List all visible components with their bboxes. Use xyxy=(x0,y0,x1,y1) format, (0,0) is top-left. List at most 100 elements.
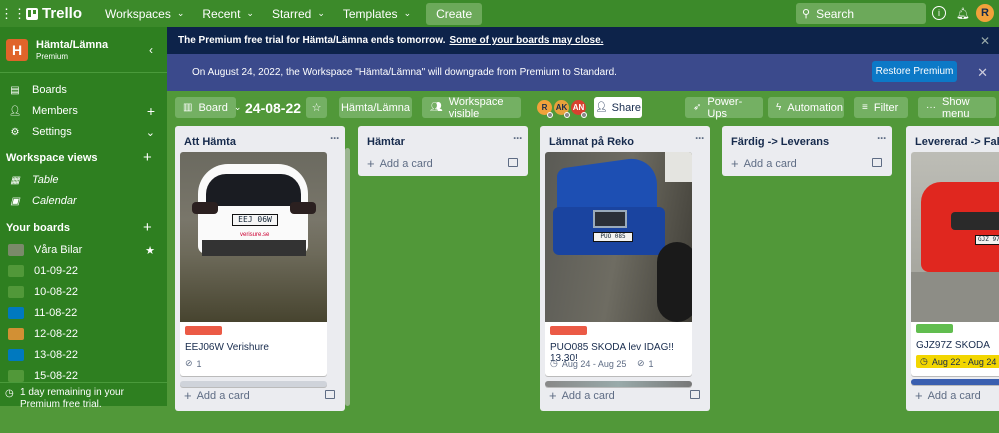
templates-menu[interactable]: Templates ⌄ xyxy=(334,3,420,25)
info-icon[interactable]: i xyxy=(932,6,946,20)
list-scrollbar[interactable] xyxy=(345,148,350,406)
add-card-button[interactable]: + Add a card xyxy=(549,388,615,403)
plus-icon: + xyxy=(184,388,192,403)
trello-logo[interactable]: Trello xyxy=(26,5,82,22)
card[interactable] xyxy=(180,381,327,387)
boards-close-link[interactable]: Some of your boards may close. xyxy=(449,35,603,46)
list-menu-icon[interactable]: ··· xyxy=(330,131,340,145)
board-title[interactable]: 24-08-22 xyxy=(245,100,301,116)
paperclip-icon: ⊘ xyxy=(637,358,645,368)
starred-menu[interactable]: Starred ⌄ xyxy=(263,3,334,25)
card-cover-image: GJZ 97Z xyxy=(911,152,999,322)
card-template-icon[interactable] xyxy=(872,158,882,167)
user-avatar[interactable]: R xyxy=(976,4,994,22)
list-menu-icon[interactable]: ··· xyxy=(513,131,523,145)
workspace-button[interactable]: Hämta/Lämna xyxy=(339,97,412,118)
watermark-text: verisure.se xyxy=(240,232,270,238)
filter-icon: ≡ xyxy=(862,102,868,113)
sidebar-view-table[interactable]: ▦ Table xyxy=(0,170,167,190)
search-input[interactable]: ⚲ Search xyxy=(796,3,926,24)
card-cover-image: PUO 085 xyxy=(545,152,692,322)
visibility-button[interactable]: 👥︎ Workspace visible xyxy=(422,96,521,120)
add-view-icon[interactable]: + xyxy=(143,149,152,166)
close-icon[interactable]: ✕ xyxy=(977,65,988,81)
list-title[interactable]: Lämnat på Reko xyxy=(549,136,634,148)
recent-menu[interactable]: Recent ⌄ xyxy=(193,3,263,25)
due-date-badge[interactable]: ◷ Aug 22 - Aug 24 xyxy=(916,355,999,368)
card-title: GJZ97Z SKODA xyxy=(916,340,990,351)
board-color-swatch xyxy=(8,286,24,298)
restore-premium-button[interactable]: Restore Premium xyxy=(872,61,957,82)
sidebar-item-settings[interactable]: ⚙ Settings ⌄ xyxy=(0,122,167,142)
card-template-icon[interactable] xyxy=(508,158,518,167)
card-label[interactable] xyxy=(185,326,222,335)
add-person-icon: 👤︎ xyxy=(594,102,608,113)
board-view-switcher[interactable]: ▥ Board ⌄ xyxy=(175,97,241,118)
table-icon: ▦ xyxy=(10,174,20,186)
card-template-icon[interactable] xyxy=(325,390,335,399)
add-card-button[interactable]: + Add a card xyxy=(367,156,433,171)
workspaces-menu[interactable]: Workspaces ⌄ xyxy=(96,3,193,25)
card[interactable]: GJZ 97Z GJZ97Z SKODA ◷Aug 22 - Aug 24 xyxy=(911,152,999,376)
list-title[interactable]: Att Hämta xyxy=(184,136,236,148)
trello-logo-icon xyxy=(26,7,38,20)
card[interactable] xyxy=(911,379,999,385)
plus-icon: + xyxy=(731,156,739,171)
list-menu-icon[interactable]: ··· xyxy=(695,131,705,145)
member-badge xyxy=(581,112,587,118)
workspace-header: H Hämta/Lämna Premium ‹ xyxy=(0,27,167,73)
card[interactable]: PUO 085 PUO085 SKODA lev IDAG!! 13.30! ◷… xyxy=(545,152,692,376)
bell-icon[interactable]: 🔔︎ xyxy=(954,4,972,22)
board-color-swatch xyxy=(8,265,24,277)
add-card-button[interactable]: + Add a card xyxy=(915,388,981,403)
card-template-icon[interactable] xyxy=(690,390,700,399)
workspace-views-heading: Workspace views + xyxy=(6,149,152,166)
sidebar-view-calendar[interactable]: ▣ Calendar xyxy=(0,191,167,211)
automation-button[interactable]: ϟ Automation xyxy=(768,97,844,118)
sidebar-board-item[interactable]: 13-08-22 xyxy=(0,345,167,365)
power-ups-button[interactable]: ➶ Power-Ups xyxy=(685,96,763,120)
workspace-name[interactable]: Hämta/Lämna xyxy=(36,39,108,52)
filter-button[interactable]: ≡ Filter xyxy=(854,97,908,118)
sidebar-board-item[interactable]: 12-08-22 xyxy=(0,324,167,344)
sidebar-item-members[interactable]: 👤︎ Members + xyxy=(0,101,167,121)
sidebar: H Hämta/Lämna Premium ‹ ▤ Boards 👤︎ Member… xyxy=(0,27,167,410)
list-title[interactable]: Levererad -> Faktura xyxy=(915,136,999,148)
workspace-logo: H xyxy=(6,38,28,61)
list-levererad-faktura: Levererad -> Faktura GJZ 97Z GJZ97Z SKOD… xyxy=(906,126,999,411)
add-member-icon[interactable]: + xyxy=(147,103,155,119)
create-button[interactable]: Create xyxy=(426,2,483,25)
list-menu-icon[interactable]: ··· xyxy=(877,131,887,145)
chevron-down-icon: ⌄ xyxy=(176,8,185,18)
show-menu-button[interactable]: ··· Show menu xyxy=(918,96,996,120)
list-title[interactable]: Färdig -> Leverans xyxy=(731,136,829,148)
board-color-swatch xyxy=(8,244,24,256)
apps-grid-icon[interactable]: ⋮⋮ xyxy=(0,6,26,22)
card-cover-image: EEJ 06W verisure.se xyxy=(180,152,327,322)
add-card-button[interactable]: + Add a card xyxy=(184,388,250,403)
sidebar-item-boards[interactable]: ▤ Boards xyxy=(0,80,167,100)
sidebar-board-item[interactable]: 10-08-22 xyxy=(0,282,167,302)
card-label[interactable] xyxy=(916,324,953,333)
list-title[interactable]: Hämtar xyxy=(367,136,405,148)
card[interactable]: EEJ 06W verisure.se EEJ06W Verishure ⊘ 1 xyxy=(180,152,327,376)
board-color-swatch xyxy=(8,328,24,340)
add-card-button[interactable]: + Add a card xyxy=(731,156,797,171)
sidebar-board-item[interactable]: Våra Bilar ★ xyxy=(0,240,167,260)
card-label[interactable] xyxy=(550,326,587,335)
add-board-icon[interactable]: + xyxy=(143,219,152,236)
star-icon[interactable]: ☆ xyxy=(306,97,327,118)
trial-notice: ◷ 1 day remaining in your Premium free tr… xyxy=(0,382,167,433)
people-icon: 👥︎ xyxy=(430,102,443,113)
close-icon[interactable]: ✕ xyxy=(980,34,990,48)
star-icon[interactable]: ★ xyxy=(145,244,155,257)
sidebar-board-item[interactable]: 11-08-22 xyxy=(0,303,167,323)
share-button[interactable]: 👤︎ Share xyxy=(594,97,642,118)
chevron-down-icon: ⌄ xyxy=(403,8,412,18)
board-icon: ▤ xyxy=(10,84,20,96)
collapse-sidebar-icon[interactable]: ‹ xyxy=(149,43,153,57)
card[interactable] xyxy=(545,381,692,387)
workspace-plan: Premium xyxy=(36,51,69,61)
sidebar-board-item[interactable]: 01-09-22 xyxy=(0,261,167,281)
board-color-swatch xyxy=(8,370,24,382)
